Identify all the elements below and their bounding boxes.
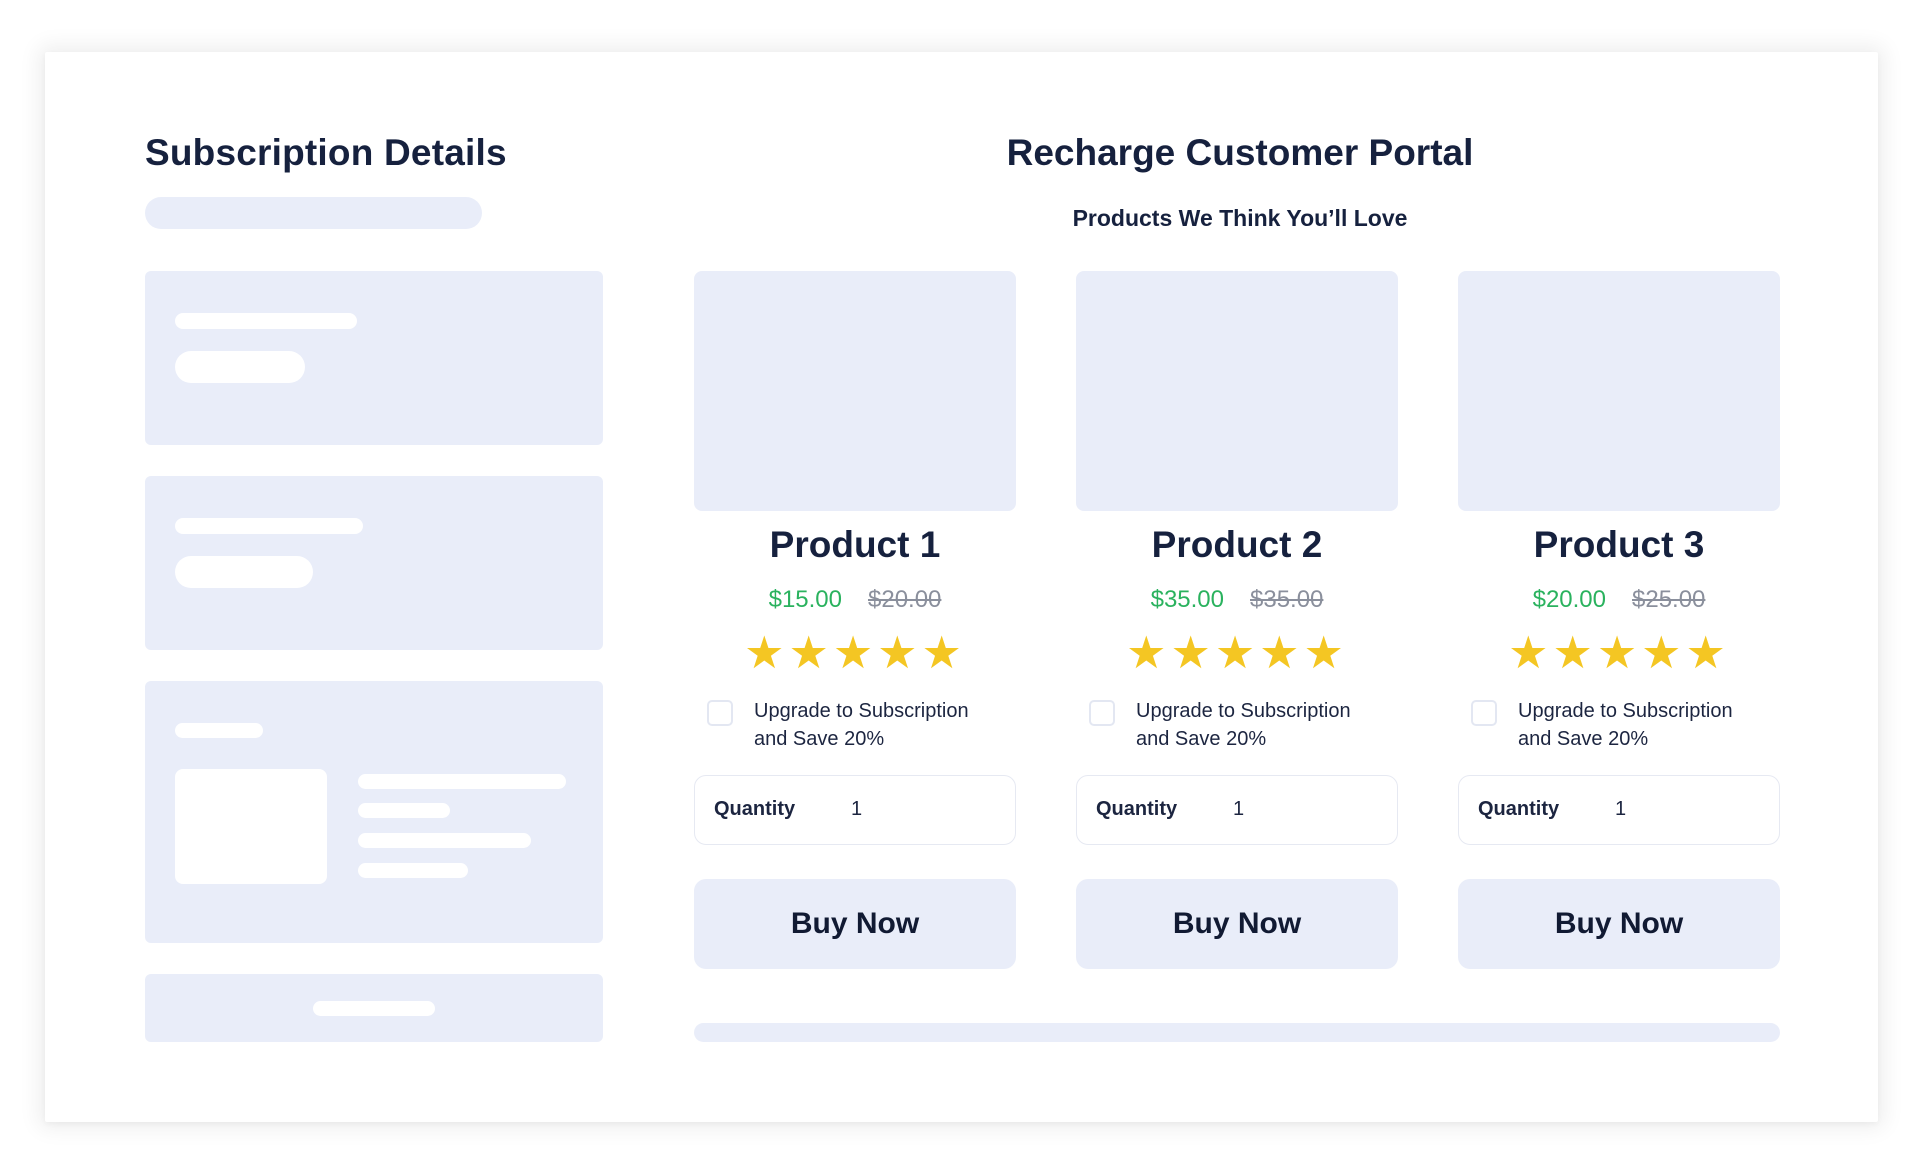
star-rating: ★★★★★ bbox=[1126, 627, 1348, 678]
detail-card-3[interactable] bbox=[145, 681, 603, 943]
product-image[interactable] bbox=[1076, 271, 1398, 511]
original-price: $25.00 bbox=[1632, 586, 1706, 613]
quantity-input[interactable]: Quantity 1 bbox=[694, 775, 1016, 845]
upgrade-label-line-2: and Save 20% bbox=[754, 728, 885, 750]
product-card-2: Product 2 $35.00 $35.00 ★★★★★ Upgrade to … bbox=[1076, 271, 1398, 971]
quantity-label: Quantity bbox=[1478, 798, 1560, 820]
placeholder-line bbox=[175, 723, 263, 738]
quantity-value[interactable]: 1 bbox=[1615, 798, 1626, 821]
placeholder-line bbox=[175, 313, 357, 329]
upgrade-label-line-2: and Save 20% bbox=[1136, 728, 1267, 750]
placeholder-line bbox=[358, 774, 566, 789]
product-prices: $20.00 $25.00 bbox=[1458, 586, 1780, 614]
original-price: $20.00 bbox=[868, 586, 942, 613]
product-image[interactable] bbox=[694, 271, 1016, 511]
product-name: Product 1 bbox=[769, 524, 941, 565]
detail-card-1[interactable] bbox=[145, 271, 603, 445]
portal-title: Recharge Customer Portal bbox=[1006, 132, 1474, 173]
product-name: Product 2 bbox=[1151, 524, 1323, 565]
bottom-placeholder-bar bbox=[694, 1023, 1780, 1042]
original-price: $35.00 bbox=[1250, 586, 1324, 613]
product-name: Product 3 bbox=[1533, 524, 1705, 565]
buy-now-button[interactable]: Buy Now bbox=[1076, 879, 1398, 969]
sale-price: $20.00 bbox=[1532, 586, 1606, 613]
product-prices: $15.00 $20.00 bbox=[694, 586, 1016, 614]
upgrade-checkbox[interactable] bbox=[707, 700, 733, 726]
recommendations-subtitle: Products We Think You’ll Love bbox=[1072, 205, 1408, 231]
subtitle-placeholder-bar bbox=[145, 197, 482, 229]
quantity-value[interactable]: 1 bbox=[851, 798, 862, 821]
star-rating: ★★★★★ bbox=[744, 627, 966, 678]
placeholder-button bbox=[175, 351, 305, 383]
upgrade-label: Upgrade to Subscription and Save 20% bbox=[1518, 697, 1778, 753]
quantity-label: Quantity bbox=[1096, 798, 1178, 820]
detail-card-footer-button[interactable] bbox=[145, 974, 603, 1042]
buy-now-button[interactable]: Buy Now bbox=[694, 879, 1016, 969]
placeholder-line bbox=[175, 518, 363, 534]
upgrade-checkbox[interactable] bbox=[1089, 700, 1115, 726]
detail-card-2[interactable] bbox=[145, 476, 603, 650]
upgrade-label: Upgrade to Subscription and Save 20% bbox=[1136, 697, 1396, 753]
quantity-input[interactable]: Quantity 1 bbox=[1076, 775, 1398, 845]
placeholder-button bbox=[175, 556, 313, 588]
product-image[interactable] bbox=[1458, 271, 1780, 511]
upgrade-label: Upgrade to Subscription and Save 20% bbox=[754, 697, 1014, 753]
product-card-1: Product 1 $15.00 $20.00 ★★★★★ Upgrade to … bbox=[694, 271, 1016, 971]
upgrade-label-line-1: Upgrade to Subscription bbox=[1136, 700, 1351, 722]
placeholder-image bbox=[175, 769, 327, 884]
upgrade-label-line-1: Upgrade to Subscription bbox=[1518, 700, 1733, 722]
sale-price: $15.00 bbox=[768, 586, 842, 613]
placeholder-line bbox=[358, 863, 468, 878]
quantity-label: Quantity bbox=[714, 798, 796, 820]
product-prices: $35.00 $35.00 bbox=[1076, 586, 1398, 614]
quantity-input[interactable]: Quantity 1 bbox=[1458, 775, 1780, 845]
buy-now-button[interactable]: Buy Now bbox=[1458, 879, 1780, 969]
placeholder-line bbox=[358, 833, 531, 848]
placeholder-line bbox=[358, 803, 450, 818]
upgrade-label-line-1: Upgrade to Subscription bbox=[754, 700, 969, 722]
star-rating: ★★★★★ bbox=[1508, 627, 1730, 678]
sale-price: $35.00 bbox=[1150, 586, 1224, 613]
subscription-details-title: Subscription Details bbox=[145, 132, 507, 173]
quantity-value[interactable]: 1 bbox=[1233, 798, 1244, 821]
product-card-3: Product 3 $20.00 $25.00 ★★★★★ Upgrade to … bbox=[1458, 271, 1780, 971]
upgrade-checkbox[interactable] bbox=[1471, 700, 1497, 726]
upgrade-label-line-2: and Save 20% bbox=[1518, 728, 1649, 750]
placeholder-line bbox=[313, 1001, 435, 1016]
